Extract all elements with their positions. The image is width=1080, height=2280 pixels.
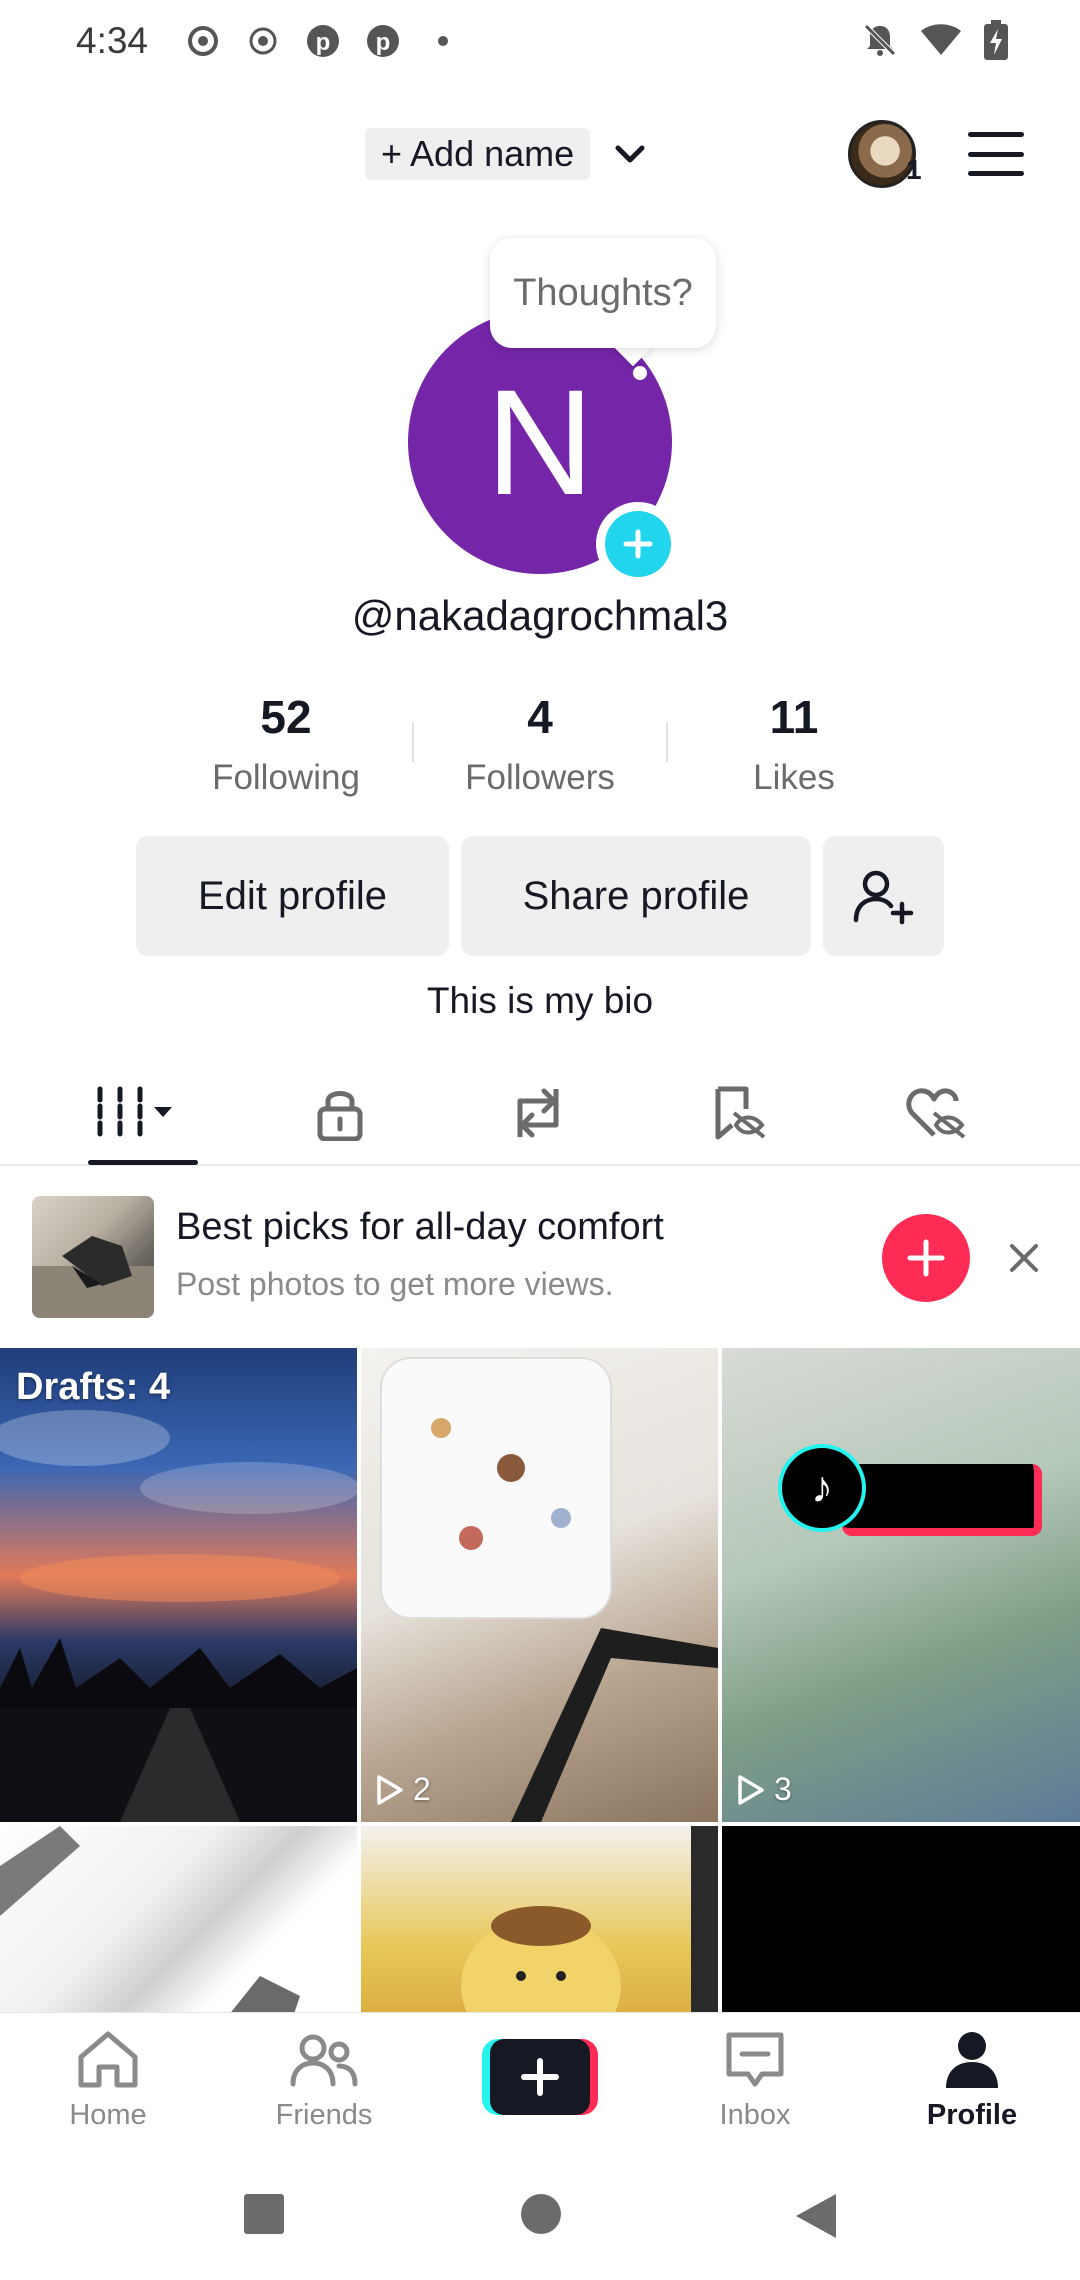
create-button[interactable] (482, 2039, 598, 2115)
lock-icon (317, 1091, 363, 1141)
video-tile[interactable] (361, 1826, 718, 2012)
video-tile[interactable] (722, 1826, 1080, 2012)
tiktok-logo-icon: ♪ (778, 1444, 866, 1532)
add-friends-button[interactable] (823, 836, 944, 956)
inbox-icon (726, 2032, 784, 2087)
profile-bio[interactable]: This is my bio (0, 980, 1080, 1022)
play-count-value: 3 (774, 1771, 792, 1807)
close-icon[interactable] (1004, 1238, 1044, 1278)
profile-header: + Add name 1 (0, 120, 1080, 190)
svg-text:p: p (316, 29, 331, 56)
home-icon (78, 2031, 138, 2088)
play-icon (738, 1774, 764, 1805)
liked-icon (906, 1088, 966, 1139)
add-user-icon (853, 870, 913, 925)
promo-add-button[interactable] (882, 1214, 970, 1302)
back-icon[interactable] (794, 2192, 838, 2245)
favorites-icon (715, 1086, 766, 1140)
stat-divider (666, 722, 668, 762)
stat-label: Following (212, 758, 360, 797)
nav-inbox[interactable]: Inbox (680, 2027, 830, 2132)
bell-off-icon (862, 22, 898, 63)
video-tile[interactable]: ♪ 3 (722, 1348, 1080, 1822)
system-nav-bar (0, 2152, 1080, 2280)
videos-grid-icon (97, 1086, 172, 1140)
edit-profile-button[interactable]: Edit profile (136, 836, 449, 956)
play-count: 2 (375, 1771, 431, 1808)
profile-stats: 52 Following 4 Followers 11 Likes (0, 690, 1080, 810)
username: @nakadagrochmal3 (351, 592, 729, 639)
profile-tabs (0, 1060, 1080, 1166)
repost-icon (517, 1088, 559, 1138)
promo-title: Best picks for all-day comfort (176, 1206, 664, 1248)
stat-label: Followers (465, 758, 615, 797)
add-avatar-button[interactable] (596, 502, 680, 586)
record-icon (244, 22, 282, 60)
tab-videos[interactable] (80, 1078, 200, 1148)
stat-value: 52 (260, 691, 312, 743)
recents-icon[interactable] (242, 2192, 286, 2241)
status-system-icons (862, 20, 1008, 65)
tab-liked[interactable] (876, 1078, 996, 1148)
pinterest-icon: p (364, 22, 402, 60)
play-count: 3 (736, 1771, 792, 1808)
wifi-icon (920, 23, 962, 62)
promo-banner[interactable]: Best picks for all-day comfort Post phot… (0, 1170, 1080, 1340)
svg-text:p: p (376, 29, 391, 56)
battery-charging-icon (984, 20, 1008, 65)
pinterest-icon: p (304, 22, 342, 60)
video-tile[interactable] (0, 1826, 357, 2012)
tab-favorites[interactable] (680, 1078, 800, 1148)
tab-private[interactable] (280, 1078, 400, 1148)
drafts-label: Drafts: 4 (16, 1366, 171, 1408)
video-tile[interactable]: 2 (361, 1348, 718, 1822)
friends-icon (290, 2034, 358, 2087)
profile-icon (946, 2032, 998, 2088)
promo-thumbnail (32, 1196, 154, 1318)
add-name-button[interactable]: + Add name (365, 128, 591, 180)
plus-icon (623, 529, 653, 559)
stat-divider (412, 722, 414, 762)
play-count-value: 2 (413, 1771, 431, 1807)
nav-friends[interactable]: Friends (249, 2027, 399, 2132)
account-badge-count: 1 (906, 154, 922, 185)
status-notification-icons: p p (184, 22, 462, 60)
nav-label: Home (69, 2099, 147, 2131)
nav-label: Inbox (719, 2099, 791, 2131)
plus-icon (907, 1239, 945, 1277)
status-time: 4:34 (76, 20, 149, 61)
menu-icon[interactable] (968, 132, 1024, 176)
sync-icon (184, 22, 222, 60)
tab-reposts[interactable] (478, 1078, 598, 1148)
stat-followers[interactable]: 4 Followers (420, 690, 660, 798)
nav-home[interactable]: Home (33, 2027, 183, 2132)
share-profile-button[interactable]: Share profile (461, 836, 811, 956)
thought-bubble[interactable]: Thoughts? (490, 238, 716, 348)
stat-value: 4 (527, 691, 553, 743)
bottom-nav: Home Friends Inbox Profile (0, 2012, 1080, 2152)
stat-following[interactable]: 52 Following (166, 690, 406, 798)
video-grid: Drafts: 4 2 ♪ 3 (0, 1348, 1080, 2012)
status-bar: 4:34 p p (0, 0, 1080, 88)
tab-active-indicator (88, 1160, 198, 1165)
play-icon (377, 1774, 403, 1805)
dot-icon (424, 22, 462, 60)
thought-bubble-dot (633, 366, 647, 380)
avatar-initial: N (485, 357, 595, 526)
tiktok-banner-graphic (842, 1464, 1042, 1536)
promo-subtitle: Post photos to get more views. (176, 1266, 614, 1302)
nav-profile[interactable]: Profile (897, 2027, 1047, 2132)
stat-label: Likes (753, 758, 835, 797)
nav-label: Profile (926, 2099, 1018, 2131)
stat-likes[interactable]: 11 Likes (674, 690, 914, 798)
drafts-tile[interactable]: Drafts: 4 (0, 1348, 357, 1822)
home-system-icon[interactable] (519, 2192, 563, 2241)
stat-value: 11 (769, 691, 819, 743)
create-icon (521, 2058, 559, 2096)
chevron-down-icon[interactable] (610, 134, 650, 174)
nav-label: Friends (275, 2099, 373, 2131)
